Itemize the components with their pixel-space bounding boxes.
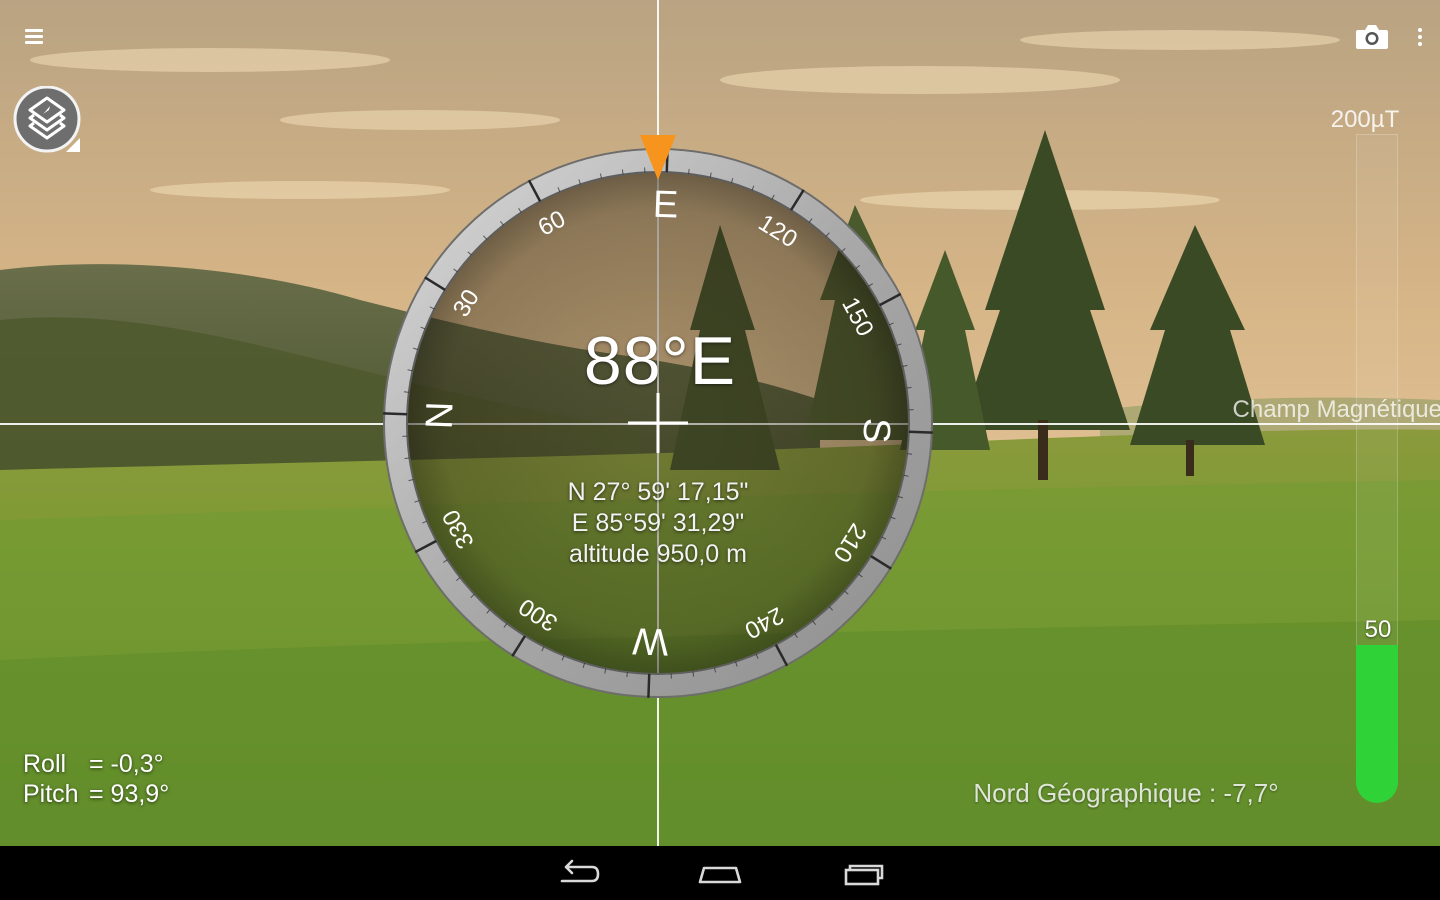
back-button[interactable] — [546, 856, 606, 890]
hamburger-menu-icon[interactable] — [22, 26, 50, 46]
back-icon — [560, 859, 600, 883]
camera-icon — [1356, 25, 1388, 49]
pitch-value: = 93,9° — [89, 780, 170, 808]
roll-value: = -0,3° — [89, 750, 164, 778]
roll-label: Roll — [23, 750, 67, 778]
recent-apps-button[interactable] — [834, 856, 894, 890]
home-button[interactable] — [690, 856, 750, 890]
field-title: Champ Magnétique — [1232, 396, 1440, 423]
more-vert-icon[interactable] — [1408, 22, 1432, 52]
camera-button[interactable] — [1354, 22, 1390, 52]
layers-button[interactable] — [12, 85, 84, 156]
declination-readout: Nord Géographique : -7,7° — [973, 778, 1279, 808]
pitch-readout: Pitch = 93,9° — [23, 779, 169, 809]
field-max-label: 200µT — [1330, 106, 1400, 133]
pitch-label: Pitch — [23, 780, 79, 808]
roll-readout: Roll = -0,3° — [23, 749, 164, 779]
field-gauge-fill — [1356, 645, 1398, 803]
layers-icon — [13, 85, 81, 153]
recent-apps-icon — [844, 864, 884, 886]
system-navigation-bar — [0, 846, 1440, 900]
home-icon — [698, 866, 742, 884]
field-value: 50 — [1364, 616, 1392, 643]
